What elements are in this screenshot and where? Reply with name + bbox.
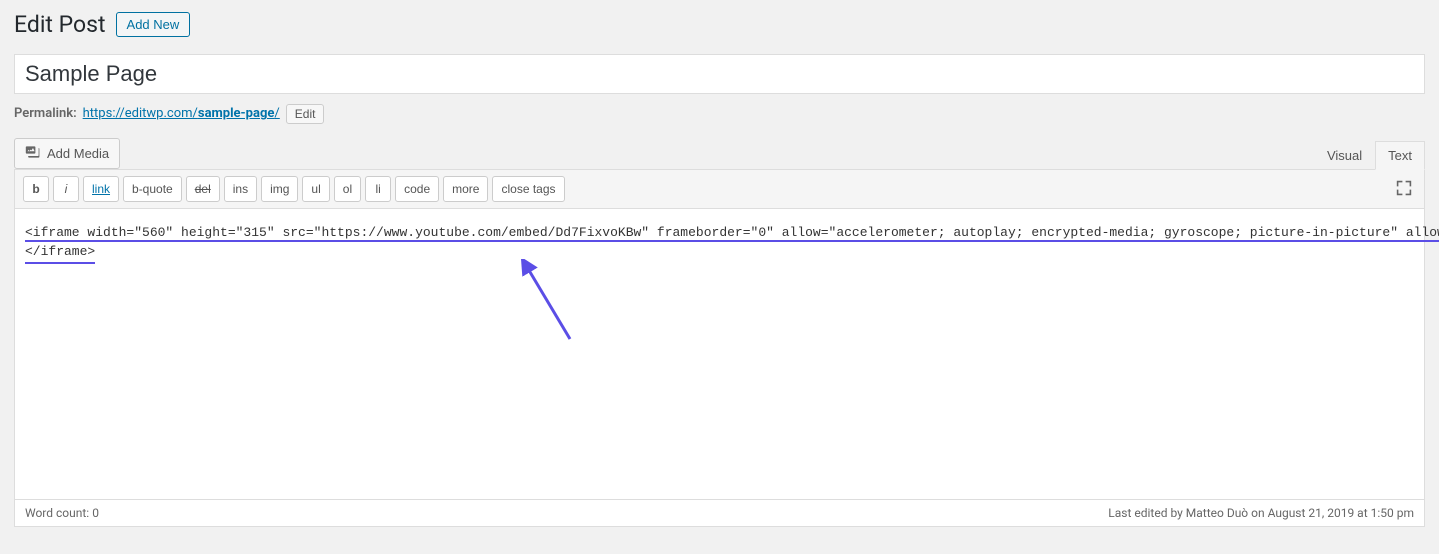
qt-li-button[interactable]: li [365, 176, 391, 202]
qt-link-button[interactable]: link [83, 176, 119, 202]
qt-del-button[interactable]: del [186, 176, 220, 202]
editor-container: b i link b-quote del ins img ul ol li co… [14, 169, 1425, 500]
tab-visual[interactable]: Visual [1314, 141, 1375, 169]
code-line-2: </iframe> [25, 242, 1414, 264]
permalink-row: Permalink: https://editwp.com/sample-pag… [14, 104, 1425, 124]
permalink-base: https://editwp.com/ [83, 106, 198, 121]
editor-tabs: Visual Text [1314, 141, 1425, 169]
annotation-arrow-icon [515, 259, 595, 349]
last-edited: Last edited by Matteo Duò on August 21, … [1108, 506, 1414, 520]
qt-italic-button[interactable]: i [53, 176, 79, 202]
qt-ol-button[interactable]: ol [334, 176, 361, 202]
quicktags-toolbar: b i link b-quote del ins img ul ol li co… [15, 170, 1424, 209]
add-new-button[interactable]: Add New [116, 12, 191, 37]
permalink-link[interactable]: https://editwp.com/sample-page/ [83, 106, 280, 121]
media-icon [25, 144, 41, 163]
content-textarea[interactable]: <iframe width="560" height="315" src="ht… [15, 209, 1424, 499]
qt-code-button[interactable]: code [395, 176, 439, 202]
qt-ul-button[interactable]: ul [302, 176, 329, 202]
word-count: Word count: 0 [25, 506, 99, 520]
post-title-input[interactable] [14, 54, 1425, 94]
qt-bold-button[interactable]: b [23, 176, 49, 202]
permalink-label: Permalink: [14, 106, 77, 121]
permalink-trailing: / [274, 106, 279, 121]
code-line-1: <iframe width="560" height="315" src="ht… [25, 225, 1439, 242]
add-media-label: Add Media [47, 146, 109, 161]
qt-close-button[interactable]: close tags [492, 176, 564, 202]
add-media-button[interactable]: Add Media [14, 138, 120, 169]
qt-ins-button[interactable]: ins [224, 176, 257, 202]
editor-footer: Word count: 0 Last edited by Matteo Duò … [14, 499, 1425, 527]
page-title: Edit Post [14, 10, 106, 40]
tab-text[interactable]: Text [1375, 141, 1425, 170]
qt-more-button[interactable]: more [443, 176, 488, 202]
qt-bquote-button[interactable]: b-quote [123, 176, 182, 202]
fullscreen-button[interactable] [1392, 176, 1416, 204]
fullscreen-icon [1396, 180, 1412, 196]
edit-permalink-button[interactable]: Edit [286, 104, 325, 124]
permalink-slug: sample-page [198, 106, 275, 121]
qt-img-button[interactable]: img [261, 176, 298, 202]
